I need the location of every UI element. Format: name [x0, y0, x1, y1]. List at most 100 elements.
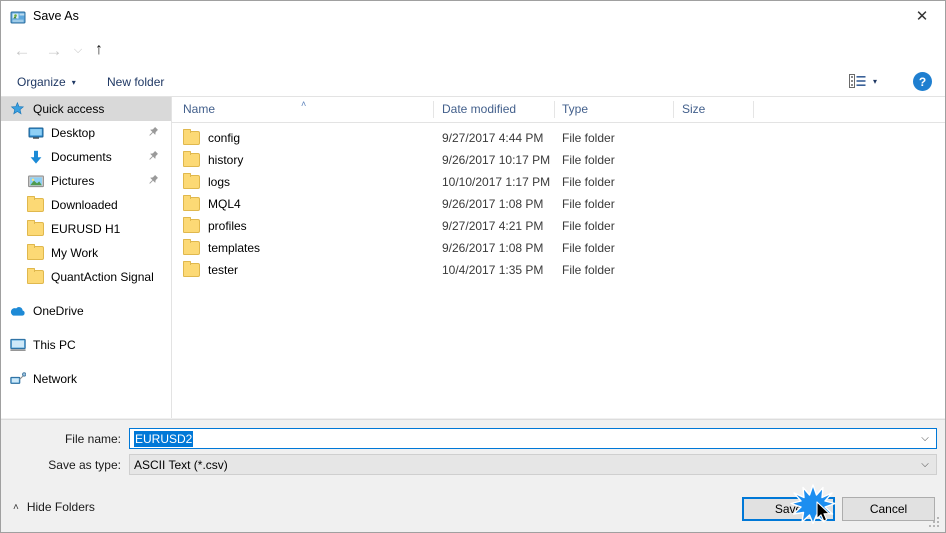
organize-button[interactable]: Organize ▾ — [17, 73, 76, 91]
view-options-button[interactable]: ▾ — [849, 74, 877, 88]
sidebar-item-label: QuantAction Signal — [51, 270, 154, 284]
chevron-down-icon[interactable]: ⌵ — [914, 459, 936, 470]
sidebar-item-desktop[interactable]: Desktop — [1, 121, 171, 145]
column-header-size[interactable]: Size — [682, 102, 705, 116]
cancel-button[interactable]: Cancel — [842, 497, 935, 521]
column-header-label: Name — [183, 102, 216, 116]
chevron-down-icon: ⌵ — [73, 43, 83, 56]
documents-icon — [27, 149, 44, 165]
column-header-date-modified[interactable]: Date modified — [442, 102, 516, 116]
recent-locations-button[interactable]: ⌵ — [69, 37, 87, 63]
folder-icon — [183, 195, 200, 211]
table-row[interactable]: logs 10/10/2017 1:17 PM File folder — [172, 171, 945, 193]
column-header-label: Type — [562, 102, 589, 116]
type-cell: File folder — [562, 175, 615, 189]
pin-icon[interactable] — [144, 149, 161, 166]
sidebar-item-label: This PC — [33, 338, 76, 352]
save-as-app-icon — [10, 9, 26, 25]
close-button[interactable]: ✕ — [899, 1, 945, 31]
folder-icon — [183, 217, 200, 233]
file-rows: config 9/27/2017 4:44 PM File folder his… — [172, 123, 945, 281]
type-cell: File folder — [562, 241, 615, 255]
sidebar-separator — [1, 289, 171, 299]
file-name-cell: config — [183, 129, 240, 145]
date-modified-cell: 9/26/2017 1:08 PM — [442, 197, 544, 211]
table-row[interactable]: config 9/27/2017 4:44 PM File folder — [172, 127, 945, 149]
navigation-pane[interactable]: Quick access Desktop Documents Pictures … — [1, 97, 172, 418]
sidebar-item-label: Quick access — [33, 102, 105, 116]
folder-icon — [27, 196, 44, 213]
navigation-bar: ← → ⌵ ↑ « Roaming ❯ MetaQuotes ❯ Termina… — [1, 32, 945, 92]
new-folder-button[interactable]: New folder — [107, 73, 164, 91]
sidebar-item-my-work[interactable]: My Work — [1, 241, 171, 265]
sidebar-item-label: Network — [33, 372, 78, 386]
view-list-icon — [849, 74, 866, 88]
star-icon — [9, 101, 26, 117]
column-header-type[interactable]: Type — [562, 102, 588, 116]
column-divider[interactable] — [433, 101, 434, 118]
organize-label: Organize — [17, 75, 66, 89]
help-icon: ? — [918, 74, 927, 89]
date-modified-cell: 9/27/2017 4:21 PM — [442, 219, 544, 233]
folder-icon — [27, 244, 44, 261]
type-cell: File folder — [562, 131, 615, 145]
sidebar-item-label: EURUSD H1 — [51, 222, 121, 236]
save-button[interactable]: Save — [742, 497, 835, 521]
column-header-name[interactable]: ˄ Name — [183, 99, 306, 116]
table-row[interactable]: profiles 9/27/2017 4:21 PM File folder — [172, 215, 945, 237]
type-cell: File folder — [562, 263, 615, 277]
type-cell: File folder — [562, 153, 615, 167]
sidebar-item-downloaded[interactable]: Downloaded — [1, 193, 171, 217]
hide-folders-button[interactable]: ˄ Hide Folders — [13, 500, 95, 514]
file-name-cell: profiles — [183, 217, 247, 233]
file-name-input[interactable]: EURUSD2 ⌵ — [129, 428, 937, 449]
save-as-type-label: Save as type: — [48, 458, 121, 472]
up-button[interactable]: ↑ — [86, 37, 112, 63]
sidebar-item-this-pc[interactable]: This PC — [1, 333, 171, 357]
file-name-cell: MQL4 — [183, 195, 241, 211]
sidebar-item-quick-access[interactable]: Quick access — [1, 97, 171, 121]
forward-arrow-icon: → — [45, 40, 63, 60]
back-button[interactable]: ← — [9, 37, 35, 63]
pin-icon[interactable] — [144, 125, 161, 142]
sidebar-item-documents[interactable]: Documents — [1, 145, 171, 169]
sidebar-separator — [1, 323, 171, 333]
desktop-icon — [27, 125, 44, 141]
date-modified-cell: 9/27/2017 4:44 PM — [442, 131, 544, 145]
file-name-cell: history — [183, 151, 243, 167]
forward-button[interactable]: → — [41, 37, 67, 63]
back-arrow-icon: ← — [13, 40, 31, 60]
date-modified-cell: 9/26/2017 10:17 PM — [442, 153, 551, 167]
save-as-type-select[interactable]: ASCII Text (*.csv) ⌵ — [129, 454, 937, 475]
table-row[interactable]: templates 9/26/2017 1:08 PM File folder — [172, 237, 945, 259]
command-toolbar: Organize ▾ New folder ▾ ? — [1, 67, 945, 97]
chevron-down-icon: ▾ — [873, 76, 878, 86]
help-button[interactable]: ? — [913, 72, 932, 91]
folder-icon — [183, 239, 200, 255]
column-divider[interactable] — [554, 101, 555, 118]
resize-grip[interactable] — [929, 517, 940, 528]
file-name-cell: tester — [183, 261, 238, 277]
file-name-label: File name: — [64, 432, 121, 446]
pin-icon[interactable] — [144, 173, 161, 190]
sidebar-item-eurusd-h1[interactable]: EURUSD H1 — [1, 217, 171, 241]
file-list-pane[interactable]: ˄ Name Date modified Type Size config 9/… — [172, 97, 945, 418]
sidebar-item-onedrive[interactable]: OneDrive — [1, 299, 171, 323]
type-cell: File folder — [562, 197, 615, 211]
table-row[interactable]: tester 10/4/2017 1:35 PM File folder — [172, 259, 945, 281]
column-divider[interactable] — [753, 101, 754, 118]
up-arrow-icon: ↑ — [95, 41, 103, 58]
save-form: File name: EURUSD2 ⌵ Save as type: ASCII… — [1, 419, 945, 492]
table-row[interactable]: MQL4 9/26/2017 1:08 PM File folder — [172, 193, 945, 215]
sidebar-item-pictures[interactable]: Pictures — [1, 169, 171, 193]
save-as-type-value: ASCII Text (*.csv) — [134, 457, 228, 472]
close-icon: ✕ — [915, 7, 929, 25]
table-row[interactable]: history 9/26/2017 10:17 PM File folder — [172, 149, 945, 171]
column-divider[interactable] — [673, 101, 674, 118]
sidebar-item-quantaction-signal[interactable]: QuantAction Signal — [1, 265, 171, 289]
folder-icon — [183, 173, 200, 189]
sidebar-item-network[interactable]: Network — [1, 367, 171, 391]
save-button-label: Save — [774, 502, 803, 516]
hide-folders-label: Hide Folders — [26, 500, 95, 514]
chevron-down-icon[interactable]: ⌵ — [914, 433, 936, 444]
